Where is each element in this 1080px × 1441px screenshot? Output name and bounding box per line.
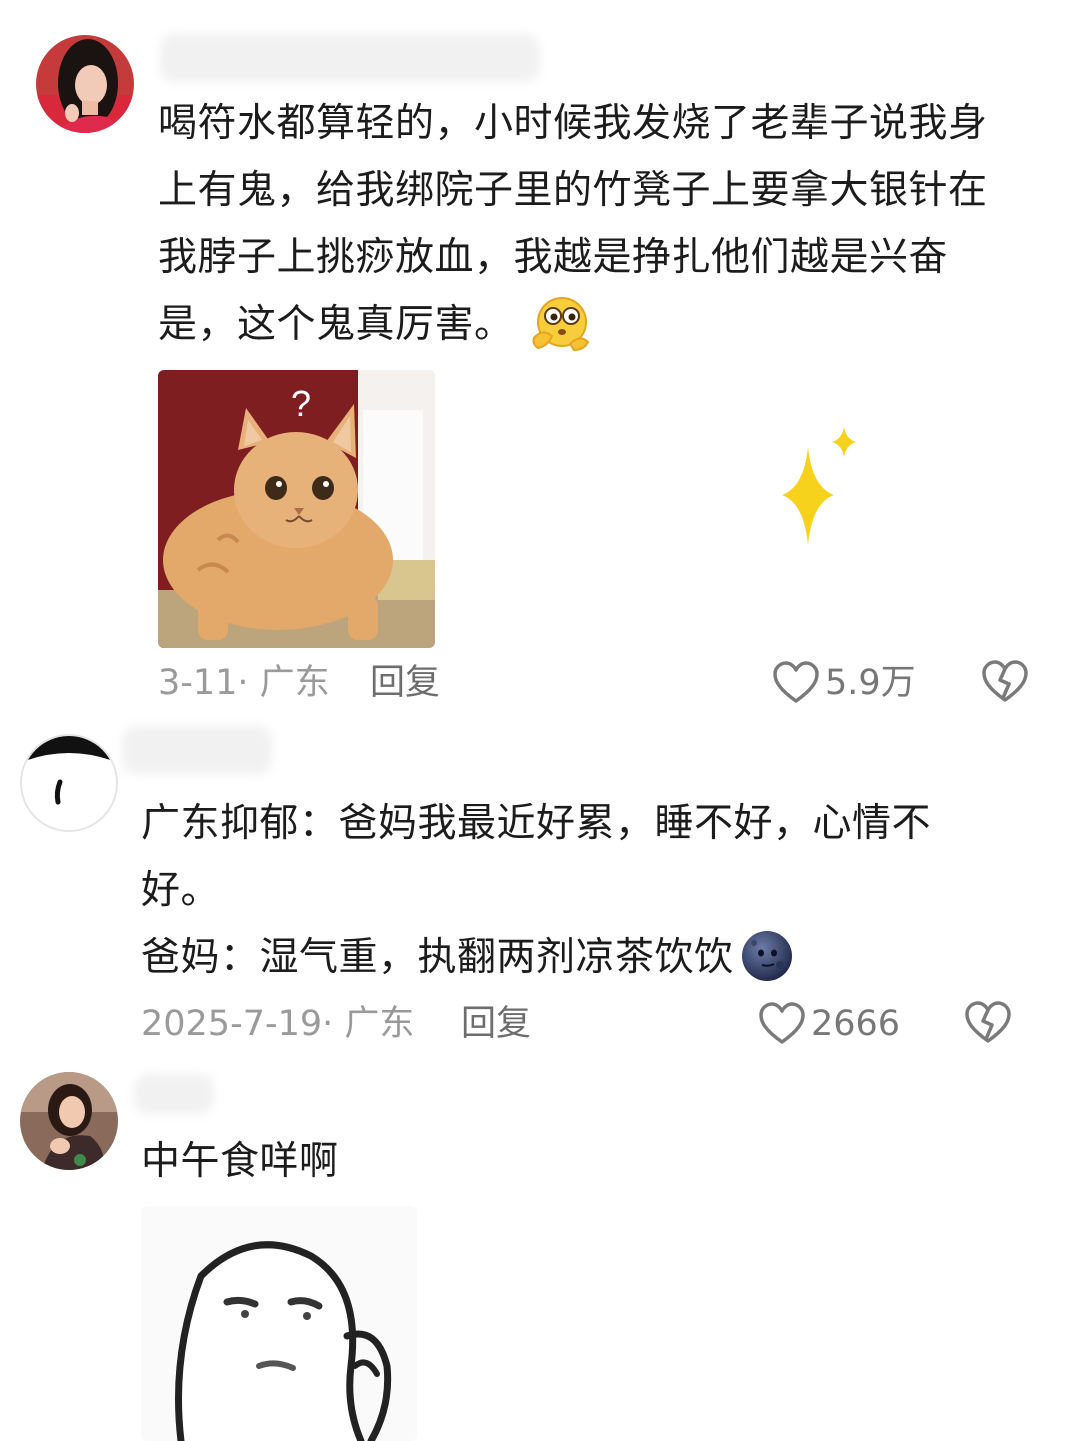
comment-1: 喝符水都算轻的，小时候我发烧了老辈子说我身 上有鬼，给我绑院子里的竹凳子上要拿大… (0, 0, 1080, 720)
question-mark-caption: ? (291, 383, 311, 424)
date-location: 2025-7-19· 广东 (141, 1004, 415, 1044)
sparkle-icon (778, 425, 862, 550)
comment-meta: 2025-7-19· 广东 回复 2666 (141, 999, 1021, 1049)
cat-meme-image[interactable]: ? (158, 370, 435, 648)
comment-2: 广东抑郁：爸妈我最近好累，睡不好，心情不 好。 爸妈：湿气重，执翻两剂凉茶饮饮 … (0, 720, 1080, 1060)
comment-text: 喝符水都算轻的，小时候我发烧了老辈子说我身 上有鬼，给我绑院子里的竹凳子上要拿大… (158, 90, 1038, 358)
like-button[interactable]: 2666 (759, 999, 900, 1049)
avatar[interactable] (36, 35, 134, 133)
new-moon-face-emoji (740, 929, 794, 983)
heart-icon (773, 661, 819, 703)
username-blurred[interactable] (134, 1074, 214, 1114)
comment-text: 中午食咩啊 (141, 1139, 339, 1184)
like-count: 2666 (811, 1004, 901, 1044)
date-location: 3-11· 广东 (158, 663, 330, 703)
reply-button[interactable]: 回复 (461, 999, 531, 1049)
username-blurred[interactable] (160, 34, 540, 82)
reply-button[interactable]: 回复 (370, 658, 440, 708)
like-count: 5.9万 (825, 663, 916, 703)
dislike-button[interactable] (965, 1001, 1011, 1045)
avatar[interactable] (20, 734, 118, 832)
heart-icon (759, 1002, 805, 1044)
like-button[interactable]: 5.9万 (773, 658, 916, 708)
thinking-face-emoji (528, 294, 594, 352)
comment-meta: 3-11· 广东 回复 5.9万 (158, 658, 1038, 708)
sticker-image[interactable] (141, 1206, 417, 1441)
comment-3: 中午食咩啊 (0, 1060, 1080, 1441)
username-blurred[interactable] (122, 726, 272, 774)
comment-text: 广东抑郁：爸妈我最近好累，睡不好，心情不 好。 爸妈：湿气重，执翻两剂凉茶饮饮 (141, 790, 1041, 991)
dislike-button[interactable] (982, 660, 1028, 704)
avatar[interactable] (20, 1072, 118, 1170)
